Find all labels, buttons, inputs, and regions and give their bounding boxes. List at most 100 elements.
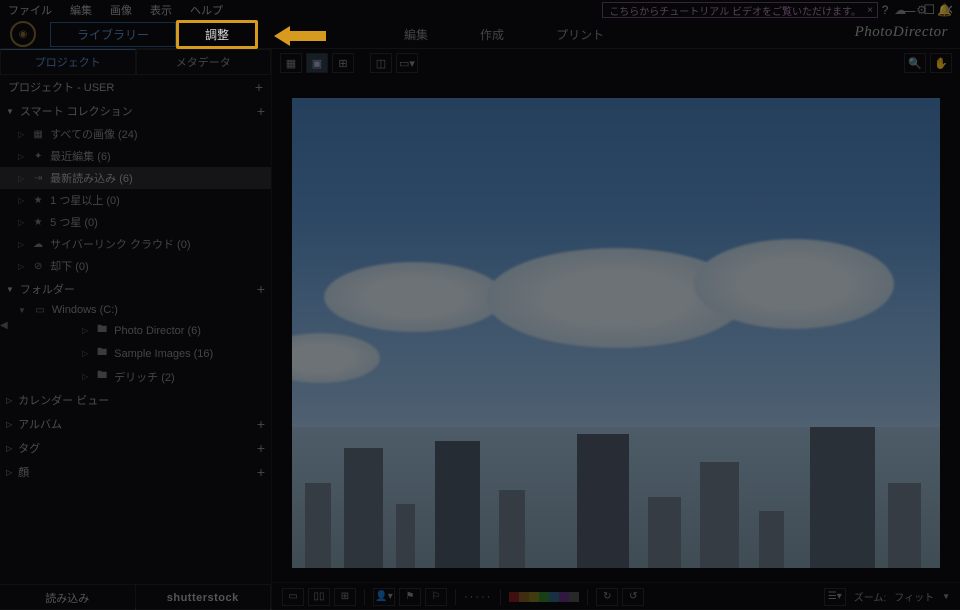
flag-down-icon[interactable]: ⚐ bbox=[425, 588, 447, 606]
compare-icon[interactable]: ◫ bbox=[370, 53, 392, 73]
window-controls: ? — ☐ ✕ bbox=[882, 2, 954, 18]
tree-item-recent-edit[interactable]: ▷✦最近編集 (6) bbox=[0, 145, 271, 167]
viewer-panel: ▦ ▣ ⊞ ◫ ▭▾ 🔍 ✋ ▭ ▯▯ ⊞ 👤 bbox=[272, 49, 960, 610]
folder-icon: 🖿 bbox=[96, 368, 108, 385]
view-mode-single-icon[interactable]: ▣ bbox=[306, 53, 328, 73]
calendar-label: カレンダー ビュー bbox=[18, 392, 109, 408]
tree-item-label: 5 つ星 (0) bbox=[50, 214, 98, 230]
side-tab-project[interactable]: プロジェクト bbox=[0, 49, 136, 75]
import-icon: ⇥ bbox=[32, 173, 44, 184]
chevron-right-icon: ▷ bbox=[18, 240, 24, 249]
flag-icon[interactable]: ⚑ bbox=[399, 588, 421, 606]
close-button[interactable]: ✕ bbox=[943, 2, 954, 18]
tab-library[interactable]: ライブラリー bbox=[50, 22, 176, 47]
add-album-button[interactable]: + bbox=[257, 416, 265, 432]
view-mode-grid-icon[interactable]: ⊞ bbox=[332, 53, 354, 73]
person-icon[interactable]: 👤▾ bbox=[373, 588, 395, 606]
side-tab-metadata[interactable]: メタデータ bbox=[136, 49, 272, 75]
layout-grid-icon[interactable]: ⊞ bbox=[334, 588, 356, 606]
chevron-right-icon: ▷ bbox=[82, 372, 88, 381]
menu-file[interactable]: ファイル bbox=[8, 2, 52, 18]
layout-1-icon[interactable]: ▭ bbox=[282, 588, 304, 606]
tutorial-banner[interactable]: こちらからチュートリアル ビデオをご覧いただけます。 × bbox=[602, 2, 878, 18]
chevron-right-icon: ▷ bbox=[18, 218, 24, 227]
section-face[interactable]: ▷顔+ bbox=[0, 460, 271, 484]
tree-item-label: 1 つ星以上 (0) bbox=[50, 192, 120, 208]
pan-icon[interactable]: ✋ bbox=[930, 53, 952, 73]
search-icon[interactable]: 🔍 bbox=[904, 53, 926, 73]
zoom-value[interactable]: フィット bbox=[894, 589, 934, 604]
color-swatch[interactable] bbox=[539, 592, 549, 602]
section-folder[interactable]: ▼ フォルダー + bbox=[0, 277, 271, 301]
rotate-cw-icon[interactable]: ↻ bbox=[596, 588, 618, 606]
maximize-button[interactable]: ☐ bbox=[923, 2, 935, 18]
sidebar: プロジェクト メタデータ プロジェクト - USER + ▼ スマート コレクシ… bbox=[0, 49, 272, 610]
tree-item-all-images[interactable]: ▷▦すべての画像 (24) bbox=[0, 123, 271, 145]
folder-icon: 🖿 bbox=[96, 345, 108, 362]
tab-print[interactable]: プリント bbox=[530, 23, 630, 46]
tree-item-label: Photo Director (6) bbox=[114, 325, 201, 337]
module-tabs: ◉ ライブラリー 調整 編集 作成 プリント bbox=[0, 20, 960, 48]
tree-item-latest-import[interactable]: ▷⇥最新読み込み (6) bbox=[0, 167, 271, 189]
add-face-button[interactable]: + bbox=[257, 464, 265, 480]
tag-label: タグ bbox=[18, 440, 40, 456]
tab-create[interactable]: 作成 bbox=[454, 23, 530, 46]
color-swatch[interactable] bbox=[529, 592, 539, 602]
tree-item-folder[interactable]: ▷ 🖿 デリッチ (2) bbox=[44, 365, 271, 388]
menu-view[interactable]: 表示 bbox=[150, 2, 172, 18]
import-button[interactable]: 読み込み bbox=[0, 585, 136, 610]
face-label: 顔 bbox=[18, 464, 29, 480]
section-tag[interactable]: ▷タグ+ bbox=[0, 436, 271, 460]
caret-down-icon: ▼ bbox=[6, 107, 14, 116]
section-album[interactable]: ▷アルバム+ bbox=[0, 412, 271, 436]
tree-item-cloud[interactable]: ▷☁サイバーリンク クラウド (0) bbox=[0, 233, 271, 255]
display-icon[interactable]: ▭▾ bbox=[396, 53, 418, 73]
minimize-button[interactable]: — bbox=[902, 3, 915, 18]
rating-dots[interactable]: ····· bbox=[464, 591, 492, 603]
tree-item-1star[interactable]: ▷★1 つ星以上 (0) bbox=[0, 189, 271, 211]
tree-item-folder[interactable]: ▷🖿Sample Images (16) bbox=[44, 342, 271, 365]
color-swatch[interactable] bbox=[549, 592, 559, 602]
star-icon: ★ bbox=[32, 195, 44, 206]
tree-item-drive[interactable]: ▼▭Windows (C:) bbox=[0, 301, 271, 319]
tree-item-folder[interactable]: ▷🖿Photo Director (6) bbox=[44, 319, 271, 342]
shutterstock-button[interactable]: shutterstock bbox=[136, 585, 272, 610]
filter-icon[interactable]: ☰▾ bbox=[824, 588, 846, 606]
color-swatch[interactable] bbox=[569, 592, 579, 602]
tree-item-label: Sample Images (16) bbox=[114, 348, 213, 360]
tab-edit[interactable]: 編集 bbox=[378, 23, 454, 46]
add-smart-collection-button[interactable]: + bbox=[257, 103, 265, 119]
color-swatch[interactable] bbox=[509, 592, 519, 602]
star-icon: ★ bbox=[32, 217, 44, 228]
color-swatch[interactable] bbox=[519, 592, 529, 602]
zoom-label: ズーム: bbox=[854, 589, 886, 604]
help-icon[interactable]: ? bbox=[882, 3, 889, 17]
chevron-right-icon: ▷ bbox=[18, 174, 24, 183]
view-mode-thumbnails-icon[interactable]: ▦ bbox=[280, 53, 302, 73]
section-calendar[interactable]: ▷カレンダー ビュー bbox=[0, 388, 271, 412]
tutorial-text: こちらからチュートリアル ビデオをご覧いただけます。 bbox=[609, 3, 861, 18]
menu-edit[interactable]: 編集 bbox=[70, 2, 92, 18]
menu-help[interactable]: ヘルプ bbox=[190, 2, 223, 18]
add-project-button[interactable]: + bbox=[255, 79, 263, 95]
menu-image[interactable]: 画像 bbox=[110, 2, 132, 18]
tree-item-5star[interactable]: ▷ ★ 5 つ星 (0) bbox=[0, 211, 271, 233]
color-swatch[interactable] bbox=[559, 592, 569, 602]
tree-item-label: すべての画像 (24) bbox=[50, 126, 137, 142]
project-header: プロジェクト - USER + bbox=[0, 75, 271, 99]
tab-adjust[interactable]: 調整 bbox=[176, 20, 258, 49]
canvas[interactable] bbox=[272, 77, 960, 582]
chevron-down-icon[interactable]: ▼ bbox=[942, 592, 950, 601]
color-labels[interactable] bbox=[509, 592, 579, 602]
collapse-sidebar-icon[interactable]: ◀ bbox=[0, 320, 8, 331]
tree-item-rejected[interactable]: ▷⊘却下 (0) bbox=[0, 255, 271, 277]
tree-item-label: デリッチ (2) bbox=[114, 369, 175, 385]
rotate-ccw-icon[interactable]: ↺ bbox=[622, 588, 644, 606]
add-tag-button[interactable]: + bbox=[257, 440, 265, 456]
close-icon[interactable]: × bbox=[867, 5, 873, 16]
layout-2-icon[interactable]: ▯▯ bbox=[308, 588, 330, 606]
section-smart-collection[interactable]: ▼ スマート コレクション + bbox=[0, 99, 271, 123]
chevron-right-icon: ▷ bbox=[18, 262, 24, 271]
add-folder-button[interactable]: + bbox=[257, 281, 265, 297]
sidebar-footer: 読み込み shutterstock bbox=[0, 584, 271, 610]
